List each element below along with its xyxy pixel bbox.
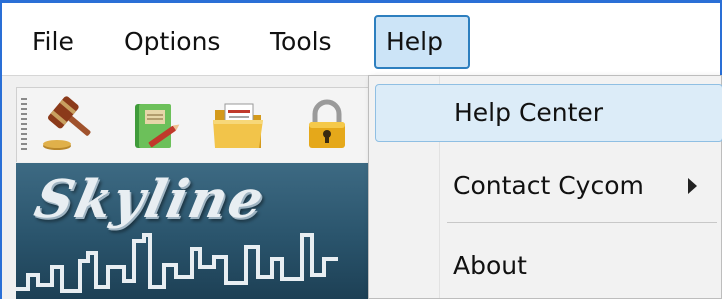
menu-item-help-center[interactable]: Help Center — [375, 84, 722, 142]
folder-icon — [213, 103, 263, 148]
folder-button[interactable] — [209, 96, 269, 154]
menu-item-about[interactable]: About — [375, 236, 722, 296]
lock-button[interactable] — [297, 96, 357, 154]
help-dropdown-menu: Help Center Contact Cycom About — [368, 75, 722, 299]
toolbar-grip[interactable] — [21, 98, 27, 152]
menu-options[interactable]: Options — [114, 15, 230, 69]
menu-separator — [447, 222, 717, 223]
skyline-banner: Skyline — [16, 163, 372, 299]
menu-file[interactable]: File — [22, 15, 84, 69]
menu-help[interactable]: Help — [374, 15, 470, 69]
gavel-icon — [43, 96, 91, 150]
chevron-right-icon — [688, 178, 697, 194]
book-icon — [135, 104, 180, 148]
toolbar — [16, 87, 387, 162]
book-button[interactable] — [125, 96, 185, 154]
gavel-button[interactable] — [37, 96, 97, 154]
menu-bar: File Options Tools Help — [2, 3, 720, 76]
menu-item-contact-cycom-label: Contact Cycom — [453, 171, 644, 200]
lock-icon — [309, 99, 345, 148]
menu-item-contact-cycom[interactable]: Contact Cycom — [375, 156, 722, 216]
city-skyline-graphic — [16, 233, 338, 293]
app-window: File Options Tools Help Skyline Help Cen… — [0, 0, 722, 299]
menu-tools[interactable]: Tools — [260, 15, 342, 69]
